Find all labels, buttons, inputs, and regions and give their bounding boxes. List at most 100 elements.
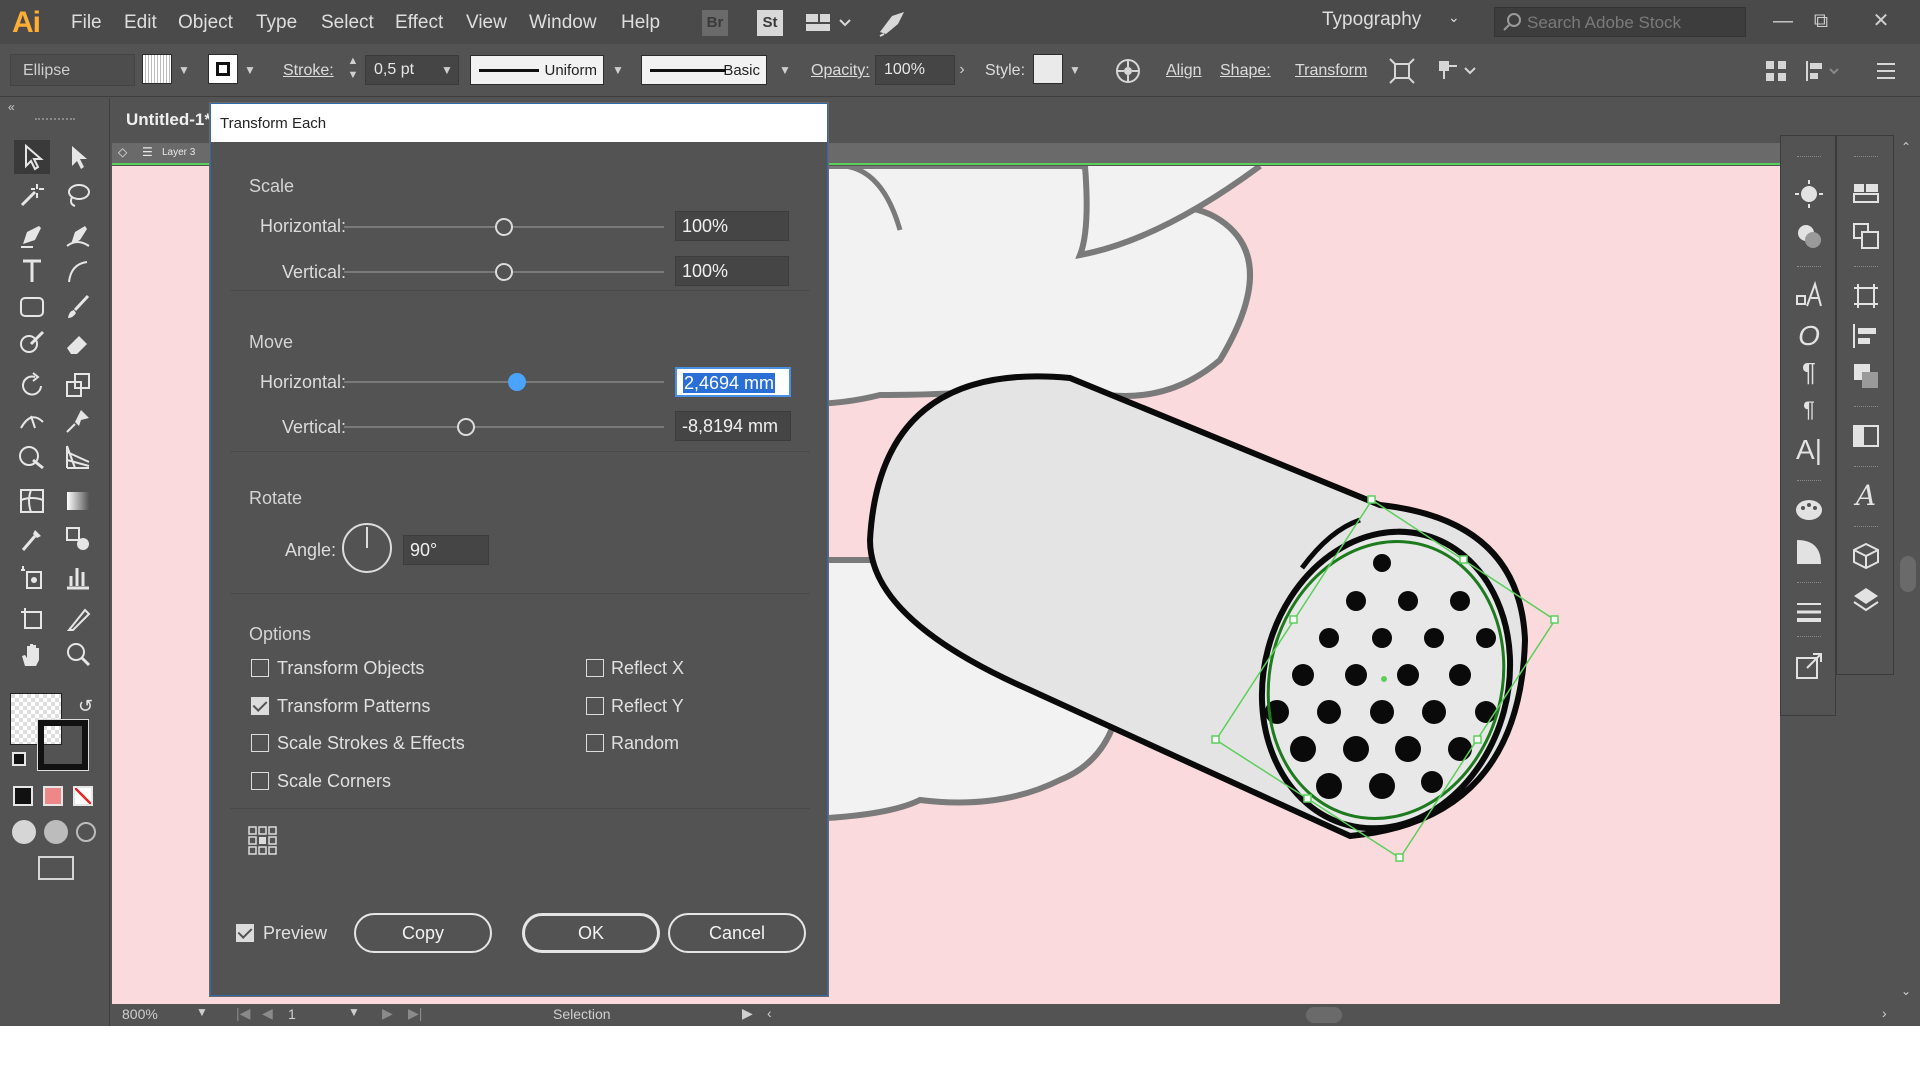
fill-swatch[interactable] (142, 54, 172, 84)
chevron-down-icon[interactable]: ▼ (196, 1005, 208, 1019)
zoom-tool-icon[interactable] (60, 638, 96, 672)
scroll-right-icon[interactable]: › (1882, 1005, 1887, 1021)
stock-button[interactable]: St (757, 10, 783, 36)
hand-tool-icon[interactable] (14, 638, 50, 672)
rotate-tool-icon[interactable] (14, 368, 50, 402)
scale-horizontal-field[interactable]: 100% (675, 211, 789, 241)
line-segment-tool-icon[interactable] (60, 254, 96, 288)
glyphs-icon[interactable]: A (1848, 478, 1884, 514)
slice-tool-icon[interactable] (60, 602, 96, 636)
gpu-performance-icon[interactable] (876, 8, 908, 38)
scale-tool-icon[interactable] (60, 368, 96, 402)
layers-panel-icon[interactable] (1848, 582, 1884, 618)
arrange-documents-icon[interactable] (804, 11, 854, 35)
reflect-x-checkbox[interactable] (586, 659, 604, 677)
scale-horizontal-thumb[interactable] (495, 218, 513, 236)
none-mode-icon[interactable] (73, 786, 93, 806)
shape-link[interactable]: Shape: (1220, 62, 1271, 80)
gradient-mode-icon[interactable] (43, 786, 63, 806)
restore-button[interactable]: ⧉ (1803, 6, 1839, 36)
color-mode-icon[interactable] (13, 786, 33, 806)
brush-definition[interactable]: Basic (641, 55, 767, 85)
puppet-warp-tool-icon[interactable] (60, 404, 96, 438)
chevron-down-icon[interactable]: ▼ (437, 54, 457, 86)
asset-export-icon[interactable] (1791, 648, 1827, 684)
menu-help[interactable]: Help (621, 12, 660, 34)
selection-tool-icon[interactable] (14, 140, 50, 174)
menu-type[interactable]: Type (256, 12, 297, 34)
character-styles-icon[interactable] (1791, 278, 1827, 314)
next-artboard-icon[interactable]: ▶ (382, 1005, 393, 1022)
transform-patterns-checkbox[interactable] (251, 697, 269, 715)
perspective-grid-tool-icon[interactable] (60, 440, 96, 474)
default-colors-icon[interactable] (12, 752, 26, 766)
recolor-artwork-icon[interactable] (1113, 57, 1143, 85)
scroll-up-icon[interactable]: ⌃ (1901, 140, 1911, 154)
bridge-button[interactable]: Br (702, 10, 728, 36)
puppet-warp-icon[interactable] (1435, 57, 1479, 85)
move-horizontal-thumb[interactable] (507, 373, 526, 391)
menu-view[interactable]: View (466, 12, 507, 34)
last-artboard-icon[interactable]: ▶| (408, 1005, 422, 1022)
transform-link[interactable]: Transform (1295, 62, 1367, 80)
mesh-tool-icon[interactable] (14, 484, 50, 518)
menu-edit[interactable]: Edit (124, 12, 157, 34)
stroke-color[interactable] (37, 719, 89, 771)
close-button[interactable]: ✕ (1863, 6, 1899, 36)
menu-select[interactable]: Select (321, 12, 374, 34)
scale-corners-checkbox[interactable] (251, 772, 269, 790)
chevron-down-icon[interactable]: ▼ (775, 54, 795, 86)
direct-selection-tool-icon[interactable] (60, 140, 96, 174)
back-arrow-icon[interactable]: ◇ (118, 145, 127, 159)
artboards-icon[interactable] (1848, 218, 1884, 254)
reflect-x-label[interactable]: Reflect X (611, 658, 684, 679)
swap-colors-icon[interactable]: ↺ (78, 696, 93, 717)
draw-behind-icon[interactable] (44, 820, 68, 844)
move-vertical-slider[interactable] (344, 426, 664, 428)
panel-menu-icon[interactable] (1875, 61, 1897, 81)
minimize-button[interactable]: — (1765, 6, 1801, 36)
opacity-label[interactable]: Opacity: (811, 62, 870, 80)
copy-button[interactable]: Copy (354, 913, 492, 953)
symbol-sprayer-tool-icon[interactable] (14, 560, 50, 594)
magic-wand-tool-icon[interactable] (14, 178, 50, 212)
transform-panel-icon[interactable] (1848, 278, 1884, 314)
chevron-down-icon[interactable]: ▼ (1065, 54, 1085, 86)
distribute-icon[interactable] (1804, 59, 1844, 83)
artboard-number[interactable]: 1 (288, 1006, 296, 1022)
angle-field[interactable]: 90° (403, 535, 489, 565)
chevron-down-icon[interactable]: ▼ (348, 1005, 360, 1019)
scroll-left-icon[interactable]: ‹ (767, 1005, 772, 1021)
curvature-tool-icon[interactable] (60, 218, 96, 252)
move-vertical-field[interactable]: -8,8194 mm (675, 411, 791, 441)
arrange-icon[interactable] (1764, 59, 1788, 83)
reflect-y-label[interactable]: Reflect Y (611, 696, 684, 717)
chevron-down-icon[interactable]: ▼ (174, 54, 194, 86)
blend-tool-icon[interactable] (60, 522, 96, 556)
transform-objects-checkbox[interactable] (251, 659, 269, 677)
random-label[interactable]: Random (611, 733, 679, 754)
lasso-tool-icon[interactable] (60, 178, 96, 212)
swatches-icon[interactable] (1791, 492, 1827, 528)
scroll-down-icon[interactable]: ⌄ (1901, 984, 1911, 998)
opentype-icon[interactable]: O (1791, 318, 1827, 354)
preview-checkbox[interactable] (236, 924, 254, 942)
preview-label[interactable]: Preview (263, 923, 327, 944)
scale-strokes-checkbox[interactable] (251, 734, 269, 752)
character-icon[interactable]: A| (1791, 432, 1827, 468)
cancel-button[interactable]: Cancel (668, 913, 806, 953)
stroke-stepper[interactable]: ▲ ▼ (343, 54, 363, 86)
collapse-icon[interactable]: « (8, 100, 15, 114)
pen-tool-icon[interactable] (14, 218, 50, 252)
move-vertical-thumb[interactable] (456, 418, 475, 436)
rectangle-tool-icon[interactable] (14, 290, 50, 324)
color-guide-icon[interactable] (1791, 218, 1827, 254)
stroke-swatch[interactable] (208, 54, 238, 84)
scale-corners-label[interactable]: Scale Corners (277, 771, 391, 792)
scale-vertical-thumb[interactable] (495, 263, 513, 281)
menu-object[interactable]: Object (178, 12, 233, 34)
transform-objects-label[interactable]: Transform Objects (277, 658, 424, 679)
variable-width-profile[interactable]: Uniform (470, 55, 604, 85)
stock-search[interactable] (1494, 7, 1746, 37)
paragraph-icon[interactable]: ¶ (1791, 354, 1827, 390)
